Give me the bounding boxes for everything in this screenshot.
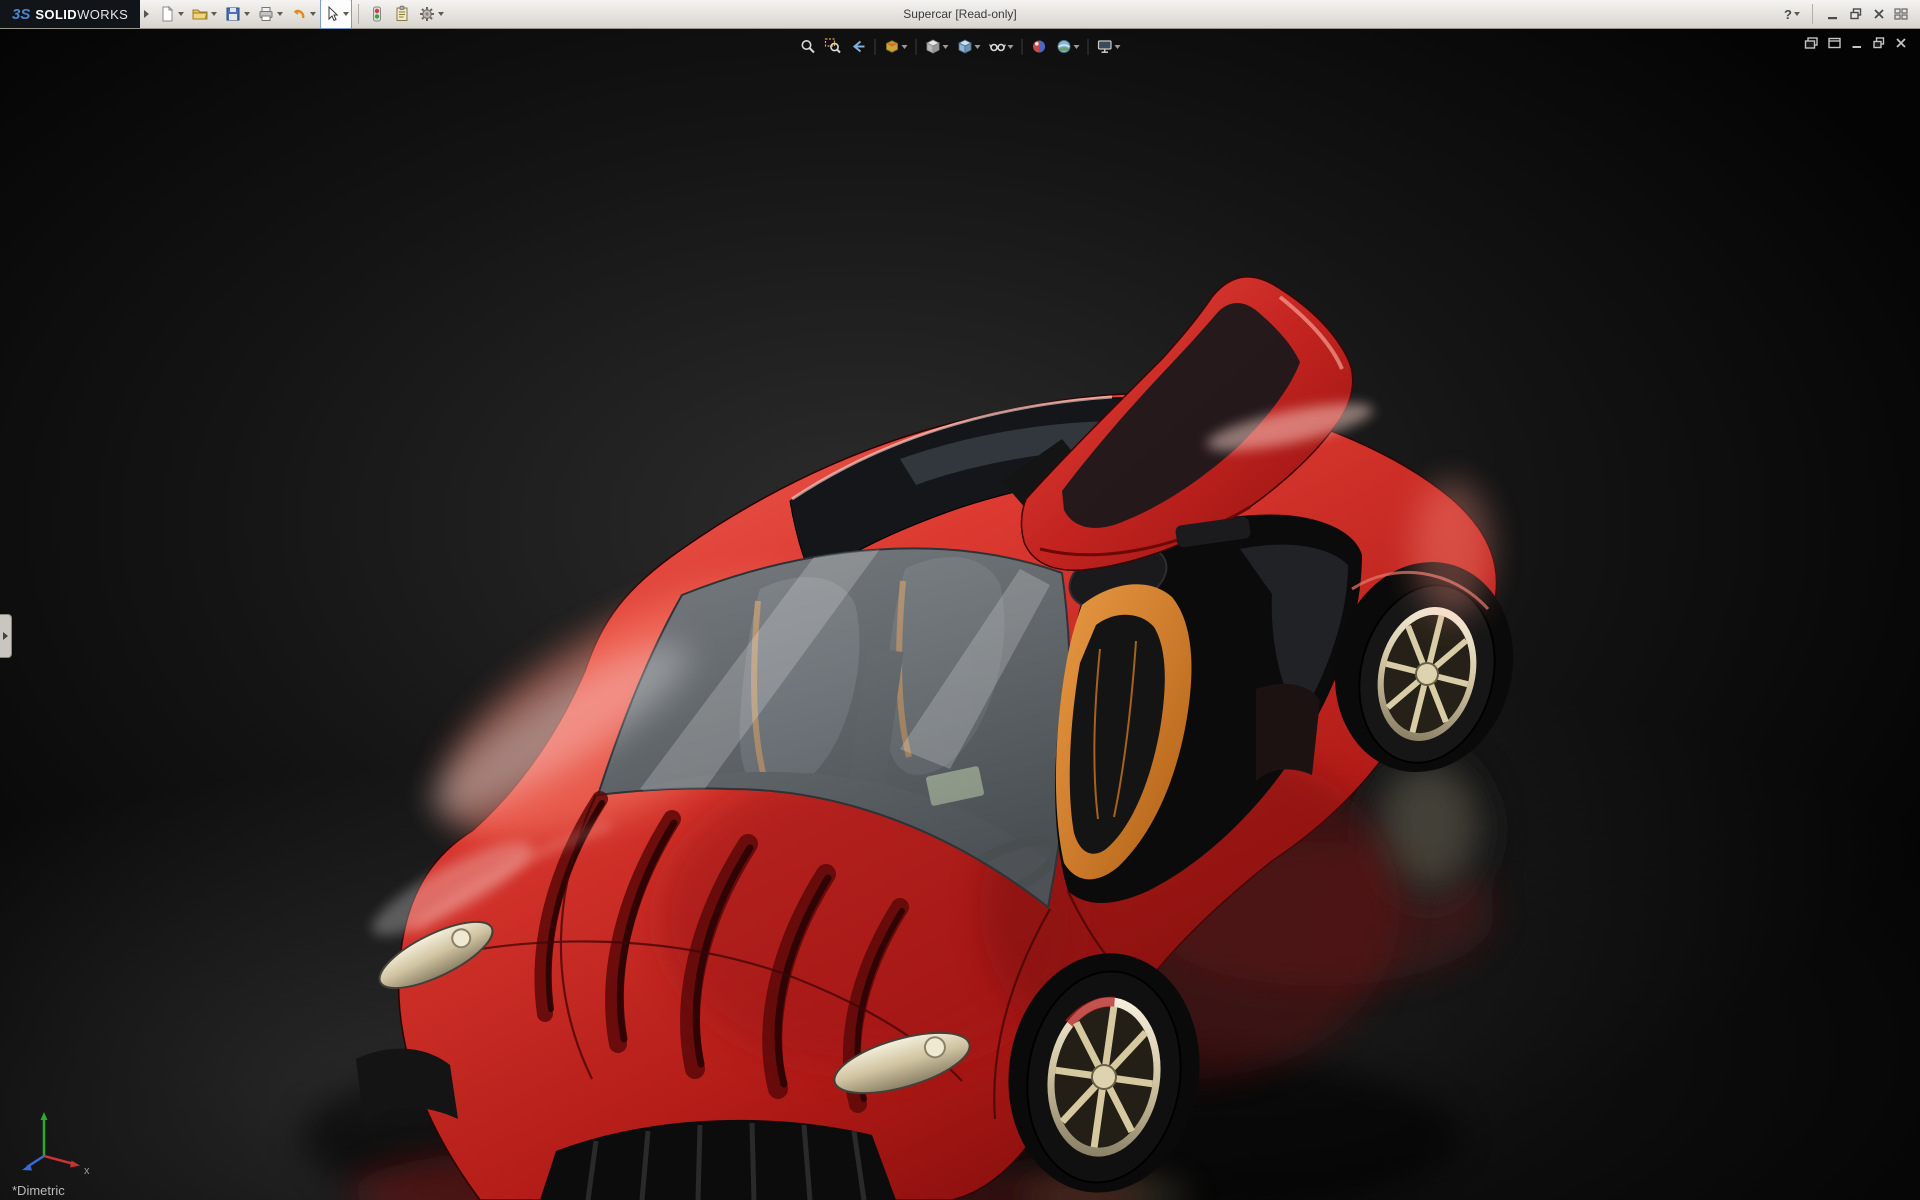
close-button[interactable]: [1871, 4, 1887, 24]
dropdown-caret[interactable]: [310, 12, 316, 16]
restore-button[interactable]: [1848, 4, 1864, 24]
resources-button[interactable]: [1894, 4, 1910, 24]
view-orientation-icon: [925, 38, 942, 55]
save-button[interactable]: [221, 0, 253, 29]
view-settings-button[interactable]: [1094, 34, 1124, 59]
section-view-button[interactable]: [881, 34, 911, 59]
dropdown-caret[interactable]: [438, 12, 444, 16]
featuremanager-flyout-tab[interactable]: [0, 614, 12, 658]
dropdown-caret[interactable]: [211, 12, 217, 16]
display-style-button[interactable]: [954, 34, 984, 59]
doc-cascade-button[interactable]: [1804, 35, 1819, 51]
titlebar: 3S SOLIDWORKS: [0, 0, 1920, 29]
document-window-controls: [1804, 35, 1908, 51]
doc-new-window-button[interactable]: [1827, 35, 1842, 51]
previous-view-button[interactable]: [847, 34, 870, 59]
edit-appearance-button[interactable]: [1028, 34, 1051, 59]
undo-icon: [290, 5, 308, 23]
hide-show-items-icon: [989, 38, 1007, 55]
options-button[interactable]: [415, 0, 447, 29]
rebuild-button[interactable]: [365, 0, 389, 29]
file-properties-icon: [393, 5, 411, 23]
view-orientation-button[interactable]: [922, 34, 952, 59]
options-gear-icon: [418, 5, 436, 23]
toolbar-separator: [875, 39, 876, 55]
select-button[interactable]: [320, 0, 352, 29]
dropdown-caret[interactable]: [277, 12, 283, 16]
graphics-area[interactable]: x *Dimetric: [0, 29, 1920, 1200]
restore-icon: [1849, 7, 1863, 21]
doc-minimize-button[interactable]: [1850, 35, 1864, 51]
doc-close-icon: [1894, 36, 1908, 50]
flyout-arrow-icon: [3, 632, 8, 640]
brand-text: SOLIDWORKS: [35, 7, 128, 22]
rebuild-icon: [368, 5, 386, 23]
orientation-triad: x: [12, 1104, 98, 1178]
doc-close-button[interactable]: [1894, 35, 1908, 51]
hide-show-items-button[interactable]: [986, 34, 1017, 59]
new-window-icon: [1827, 36, 1842, 50]
minimize-icon: [1826, 7, 1840, 21]
doc-restore-button[interactable]: [1872, 35, 1886, 51]
section-view-icon: [884, 38, 901, 55]
dropdown-caret[interactable]: [178, 12, 184, 16]
open-button[interactable]: [188, 0, 220, 29]
zoom-to-area-icon: [825, 38, 842, 55]
dropdown-caret[interactable]: [902, 45, 908, 49]
toolbar-separator: [1022, 39, 1023, 55]
print-button[interactable]: [254, 0, 286, 29]
help-label: ?: [1784, 7, 1792, 22]
print-icon: [257, 5, 275, 23]
solidworks-logo: 3S SOLIDWORKS: [0, 0, 140, 28]
new-document-button[interactable]: [155, 0, 187, 29]
menu-flyout-arrow[interactable]: [144, 10, 149, 18]
previous-view-icon: [850, 38, 867, 55]
3d-viewport[interactable]: [0, 29, 1920, 1200]
cascade-windows-icon: [1804, 36, 1819, 50]
toolbar-separator: [1088, 39, 1089, 55]
zoom-to-fit-icon: [800, 38, 817, 55]
minimize-button[interactable]: [1825, 4, 1841, 24]
dropdown-caret[interactable]: [1794, 12, 1800, 16]
save-icon: [224, 5, 242, 23]
brand-bold: SOLID: [35, 7, 77, 22]
new-document-icon: [158, 5, 176, 23]
resources-grid-icon: [1894, 7, 1910, 21]
dropdown-caret[interactable]: [943, 45, 949, 49]
window-controls: ?: [1784, 4, 1920, 24]
dropdown-caret[interactable]: [975, 45, 981, 49]
apply-scene-button[interactable]: [1053, 34, 1083, 59]
dropdown-caret[interactable]: [1074, 45, 1080, 49]
undo-button[interactable]: [287, 0, 319, 29]
doc-restore-icon: [1872, 36, 1886, 50]
view-orientation-label: *Dimetric: [12, 1183, 65, 1198]
zoom-to-area-button[interactable]: [822, 34, 845, 59]
toolbar-separator: [358, 4, 359, 24]
triad-x-label: x: [84, 1165, 90, 1177]
headsup-view-toolbar: [797, 34, 1124, 59]
display-style-icon: [957, 38, 974, 55]
open-icon: [191, 5, 209, 23]
main-toolbar: [155, 0, 447, 29]
dropdown-caret[interactable]: [1115, 45, 1121, 49]
edit-appearance-icon: [1031, 38, 1048, 55]
apply-scene-icon: [1056, 38, 1073, 55]
toolbar-separator: [916, 39, 917, 55]
view-settings-icon: [1097, 38, 1114, 55]
doc-minimize-icon: [1850, 36, 1864, 50]
dropdown-caret[interactable]: [343, 12, 349, 16]
file-properties-button[interactable]: [390, 0, 414, 29]
zoom-to-fit-button[interactable]: [797, 34, 820, 59]
3ds-logo-icon: 3S: [12, 6, 30, 23]
close-icon: [1872, 7, 1886, 21]
dropdown-caret[interactable]: [244, 12, 250, 16]
dropdown-caret[interactable]: [1008, 45, 1014, 49]
toolbar-separator: [1812, 4, 1813, 24]
select-cursor-icon: [323, 5, 341, 23]
help-button[interactable]: ?: [1784, 4, 1800, 24]
brand-light: WORKS: [77, 7, 128, 22]
